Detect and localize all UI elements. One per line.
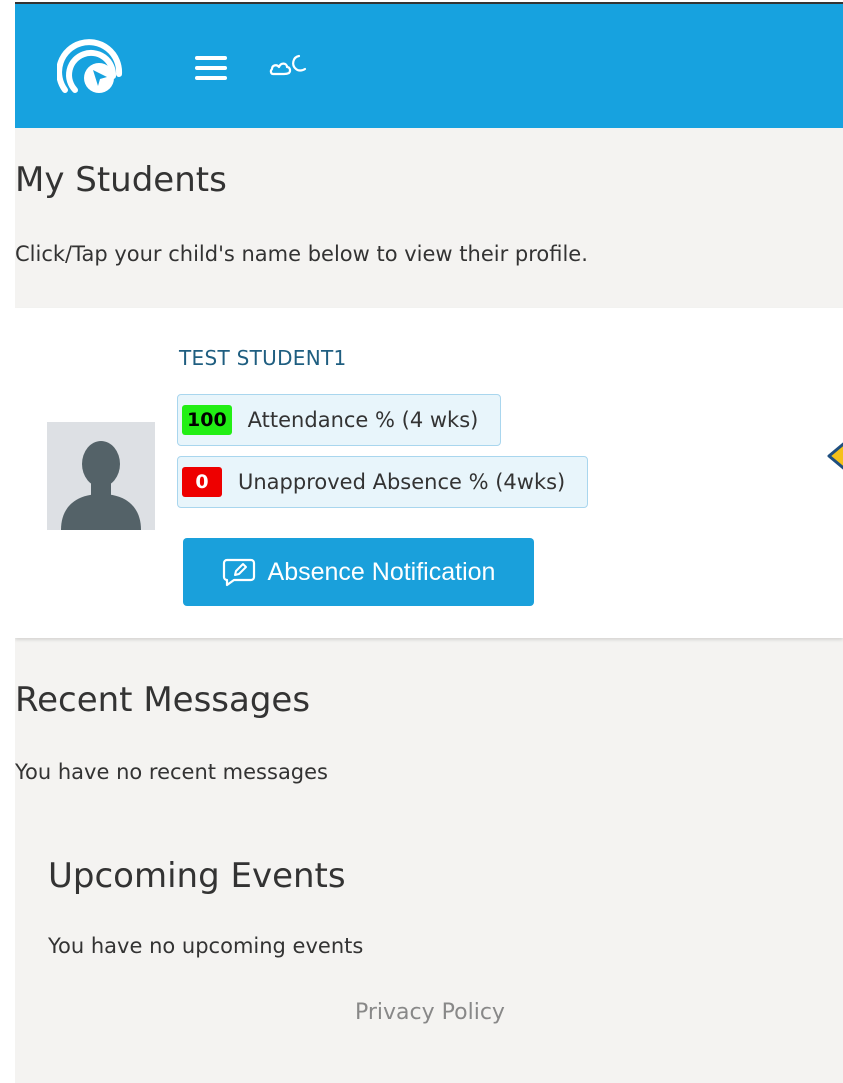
page-title: My Students — [15, 160, 227, 200]
unapproved-absence-label: Unapproved Absence % (4wks) — [238, 470, 566, 494]
attendance-badge: 100 — [182, 405, 232, 435]
absence-notification-button[interactable]: Absence Notification — [183, 538, 534, 606]
upcoming-events-empty: You have no upcoming events — [48, 934, 364, 958]
absence-notification-label: Absence Notification — [267, 557, 496, 586]
unapproved-absence-stat: 0 Unapproved Absence % (4wks) — [177, 456, 589, 508]
intro-text: Click/Tap your child's name below to vie… — [15, 242, 588, 266]
chevron-left-icon[interactable] — [825, 434, 843, 478]
attendance-label: Attendance % (4 wks) — [247, 408, 479, 432]
student-name-link[interactable]: TEST STUDENT1 — [179, 346, 347, 370]
privacy-policy-link[interactable]: Privacy Policy — [355, 1000, 505, 1025]
attendance-stat: 100 Attendance % (4 wks) — [177, 394, 502, 446]
app-page: My Students Click/Tap your child's name … — [15, 2, 843, 1083]
upcoming-events-title: Upcoming Events — [48, 856, 346, 896]
unapproved-absence-badge: 0 — [182, 467, 222, 497]
edit-note-icon — [222, 558, 255, 587]
hamburger-menu-icon[interactable] — [195, 54, 227, 82]
student-card: TEST STUDENT1 100 Attendance % (4 wks) 0… — [15, 308, 843, 638]
person-silhouette-icon — [61, 441, 141, 530]
student-avatar[interactable] — [47, 422, 155, 530]
recent-messages-empty: You have no recent messages — [15, 760, 329, 784]
cloud-moon-icon[interactable] — [269, 52, 309, 80]
app-logo-icon[interactable] — [57, 30, 125, 98]
recent-messages-title: Recent Messages — [15, 680, 311, 720]
top-navbar — [15, 4, 843, 128]
